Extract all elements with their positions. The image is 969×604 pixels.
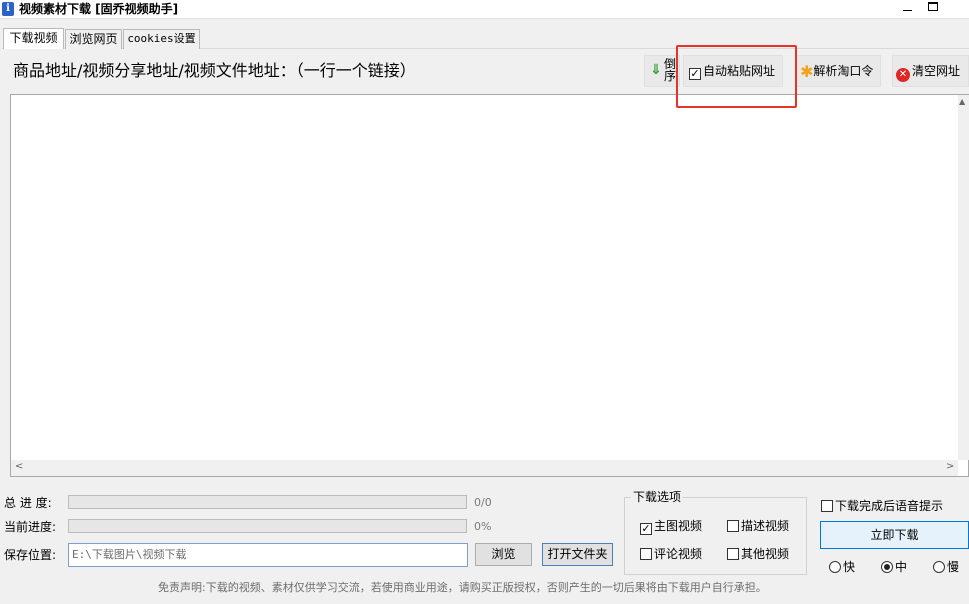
option-review-video[interactable]: 评论视频 [640, 546, 702, 562]
horizontal-scrollbar[interactable] [11, 460, 958, 476]
current-progress-bar [68, 519, 467, 533]
tab-download-video[interactable]: 下载视频 [3, 28, 64, 49]
vertical-scrollbar[interactable] [958, 95, 969, 460]
asterisk-icon: ✱ [800, 62, 814, 81]
option-review-video-label: 评论视频 [654, 547, 703, 561]
tab-browse-web[interactable]: 浏览网页 [65, 29, 122, 49]
open-folder-button[interactable]: 打开文件夹 [542, 543, 613, 566]
url-input-label: 商品地址/视频分享地址/视频文件地址：（一行一个链接） [13, 61, 416, 80]
review-video-checkbox [640, 548, 652, 560]
speed-slow-radio[interactable]: 慢 [933, 559, 959, 575]
current-progress-value: 0% [474, 520, 492, 533]
radio-icon [933, 561, 945, 573]
tab-cookies-settings[interactable]: cookies设置 [123, 29, 200, 49]
down-arrow-icon: ⇓ [650, 62, 662, 78]
voice-hint-check-icon [821, 500, 833, 512]
other-video-checkbox [727, 548, 739, 560]
total-progress-bar [68, 495, 467, 509]
radio-selected-icon [881, 561, 893, 573]
option-other-video-label: 其他视频 [741, 547, 790, 561]
speed-slow-label: 慢 [947, 560, 960, 574]
download-options-group [624, 497, 807, 575]
clear-label: 清空网址 [912, 64, 961, 78]
speed-fast-radio[interactable]: 快 [829, 559, 855, 575]
disclaimer-text: 免责声明:下载的视频、素材仅供学习交流，若使用商业用途，请购买正版授权，否则产生… [158, 581, 767, 594]
voice-hint-label: 下载完成后语音提示 [835, 499, 944, 513]
save-path-input[interactable]: E:\下载图片\视频下载 [68, 543, 468, 567]
start-download-button[interactable]: 立即下载 [820, 521, 969, 549]
parse-taobao-code-button[interactable]: ✱解析淘口令 [795, 55, 881, 87]
speed-fast-label: 快 [843, 560, 856, 574]
voice-hint-checkbox[interactable]: 下载完成后语音提示 [821, 498, 943, 514]
auto-paste-label: 自动粘贴网址 [703, 64, 776, 78]
option-main-video-label: 主图视频 [654, 519, 703, 533]
main-video-check-icon: ✓ [640, 522, 652, 535]
option-description-video[interactable]: 描述视频 [727, 518, 789, 534]
download-options-legend: 下载选项 [631, 489, 684, 505]
speed-medium-radio[interactable]: 中 [881, 559, 907, 575]
auto-paste-check-icon: ✓ [689, 67, 701, 80]
description-video-checkbox [727, 520, 739, 532]
clear-urls-button[interactable]: ✕ 清空网址 [892, 55, 969, 87]
option-description-video-label: 描述视频 [741, 519, 790, 533]
browse-button[interactable]: 浏览 [475, 543, 532, 566]
total-progress-value: 0/0 [474, 496, 492, 509]
maximize-button[interactable] [913, 0, 951, 18]
maximize-icon [928, 2, 938, 11]
url-textarea[interactable] [10, 94, 969, 477]
current-progress-label: 当前进度: [4, 520, 57, 534]
scroll-right-icon[interactable]: > [946, 461, 954, 472]
option-main-video[interactable]: ✓ 主图视频 [640, 518, 702, 535]
option-other-video[interactable]: 其他视频 [727, 546, 789, 562]
window-title: 视频素材下载 [固乔视频助手] [19, 2, 179, 16]
auto-paste-checkbox[interactable]: ✓ 自动粘贴网址 [683, 55, 783, 87]
save-location-label: 保存位置: [4, 548, 57, 562]
reverse-order-label: 倒序 [664, 57, 677, 83]
parse-label: 解析淘口令 [813, 64, 874, 78]
scroll-up-icon[interactable]: ▲ [959, 97, 965, 106]
radio-icon [829, 561, 841, 573]
minimize-icon [903, 10, 912, 11]
app-icon: i [2, 2, 14, 16]
speed-medium-label: 中 [895, 560, 908, 574]
red-x-icon: ✕ [896, 68, 910, 82]
scroll-left-icon[interactable]: < [15, 461, 23, 472]
reverse-order-button[interactable]: ⇓ 倒序 [644, 55, 680, 87]
total-progress-label: 总 进 度: [4, 496, 52, 510]
